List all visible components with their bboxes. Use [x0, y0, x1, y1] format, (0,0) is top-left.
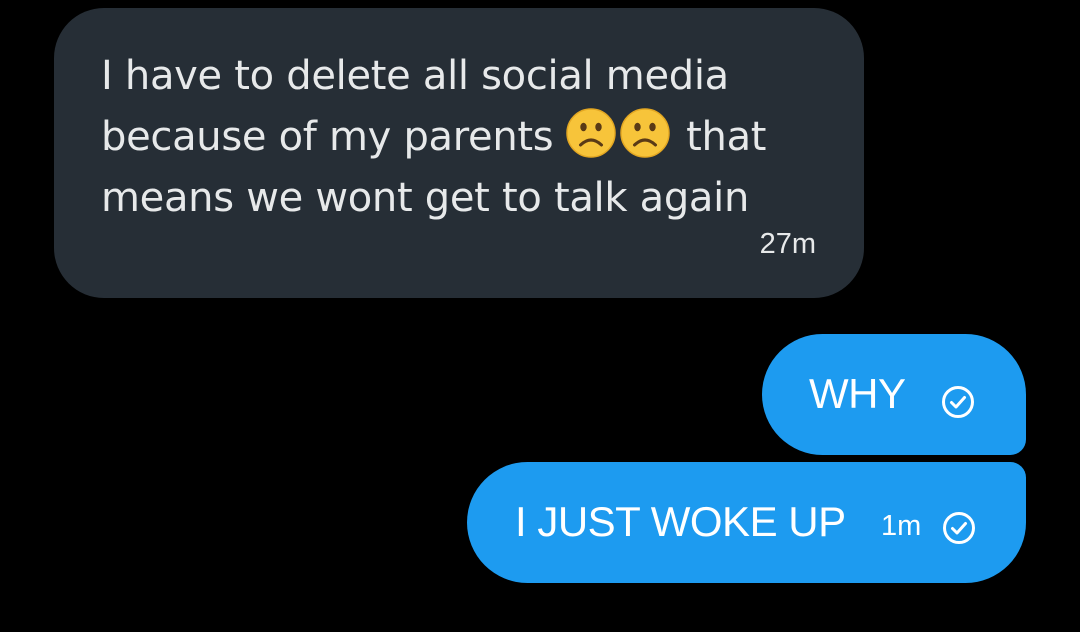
- message-timestamp: 1m: [881, 510, 922, 542]
- message-line-3: means we wont get to talk again: [101, 175, 750, 221]
- outgoing-message-text: I JUST WOKE UP: [515, 498, 846, 545]
- outgoing-message-text: WHY: [809, 370, 906, 417]
- sent-check-icon: [943, 512, 975, 544]
- sent-check-icon: [942, 386, 974, 418]
- incoming-message-bubble[interactable]: I have to delete all social media becaus…: [54, 8, 864, 298]
- message-timestamp: 27m: [759, 228, 816, 260]
- message-line-1: I have to delete all social media: [101, 53, 729, 99]
- message-line-2-end: that: [686, 114, 767, 160]
- outgoing-message-bubble-why[interactable]: WHY: [762, 334, 1026, 455]
- incoming-message-text: I have to delete all social media becaus…: [101, 46, 831, 229]
- outgoing-message-bubble-woke-up[interactable]: I JUST WOKE UP 1m: [467, 462, 1026, 583]
- frowning-face-emoji-icon: [619, 108, 670, 158]
- frowning-face-emoji-icon: [565, 108, 616, 158]
- message-line-2-start: because of my parents: [101, 114, 554, 160]
